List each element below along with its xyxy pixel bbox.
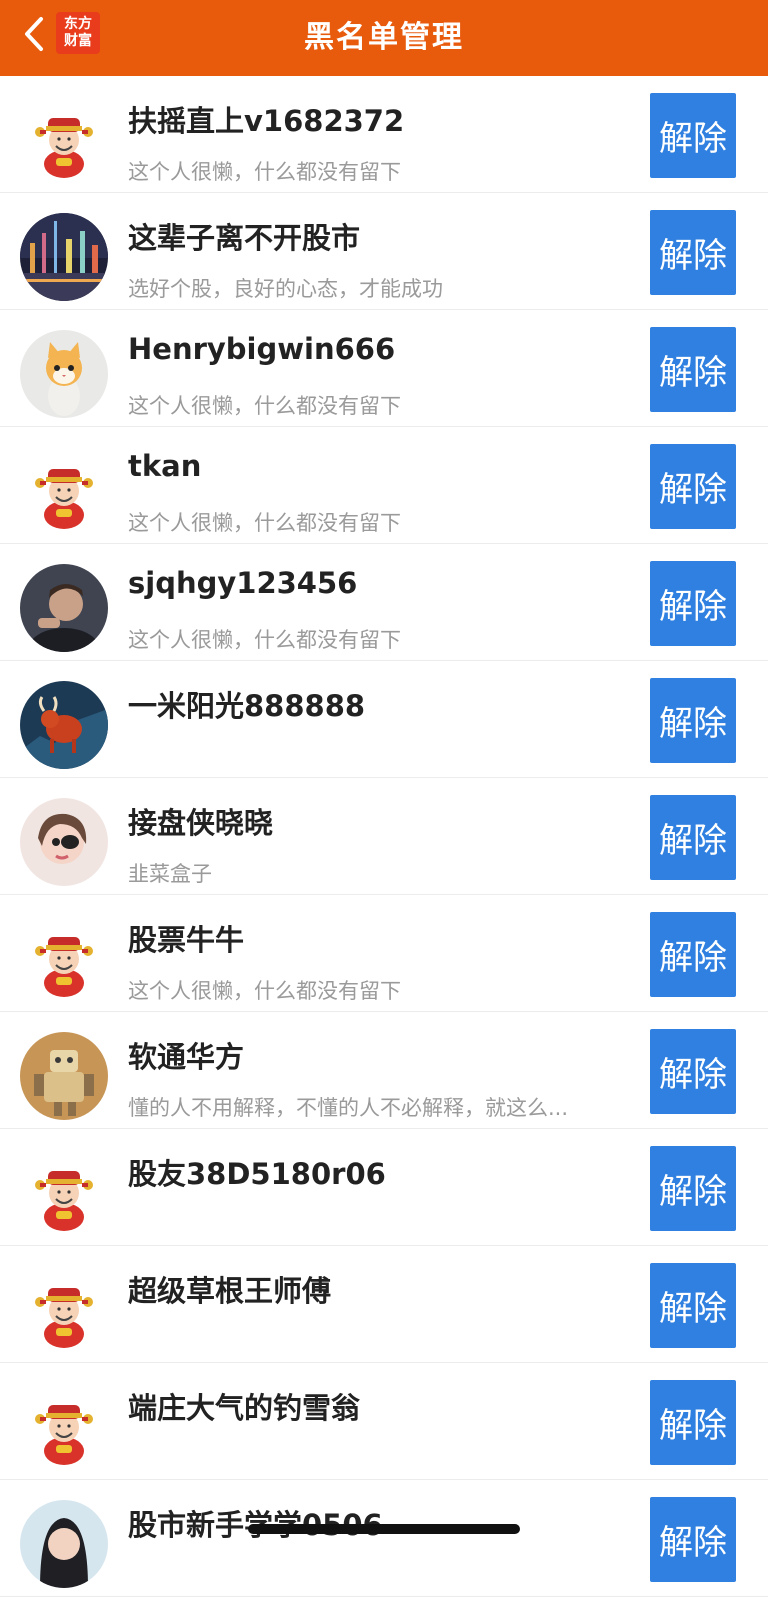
fortune-god-avatar[interactable] [20,1149,108,1237]
blacklist-list: 扶摇直上v1682372 这个人很懒，什么都没有留下 解除 这辈子离不开股市 选好个股，… [0,76,768,1597]
robot-toy-avatar[interactable] [20,1032,108,1120]
blacklist-row[interactable]: 接盘侠晓晓韭菜盒子 解除 [0,778,768,895]
unblock-button[interactable]: 解除 [650,93,736,178]
home-indicator[interactable] [248,1524,520,1534]
blacklist-row[interactable]: tkan 这个人很懒，什么都没有留下 解除 [0,427,768,544]
username[interactable]: 股市新手学学0506 [128,1502,383,1544]
unblock-button[interactable]: 解除 [650,1029,736,1114]
blacklist-row[interactable]: 股票牛牛这个人很懒，什么都没有留下 解除 [0,895,768,1012]
blacklist-row[interactable]: 股友38D5180r06 解除 [0,1129,768,1246]
blacklist-row[interactable]: 端庄大气的钓雪翁 解除 [0,1363,768,1480]
unblock-button[interactable]: 解除 [650,210,736,295]
username[interactable]: Henrybigwin666 [128,332,395,366]
username[interactable]: 接盘侠晓晓 [128,800,273,842]
blacklist-row[interactable]: 超级草根王师傅 解除 [0,1246,768,1363]
username[interactable]: 股票牛牛 [128,917,244,959]
unblock-button[interactable]: 解除 [650,795,736,880]
blacklist-row[interactable]: 扶摇直上v1682372 这个人很懒，什么都没有留下 解除 [0,76,768,193]
username[interactable]: sjqhgy123456 [128,566,357,600]
unblock-button[interactable]: 解除 [650,912,736,997]
fortune-god-avatar[interactable] [20,915,108,1003]
fortune-god-avatar[interactable] [20,96,108,184]
unblock-button[interactable]: 解除 [650,1497,736,1582]
bull-avatar[interactable] [20,681,108,769]
blacklist-row[interactable]: Henrybigwin666 这个人很懒，什么都没有留下 解除 [0,310,768,427]
username[interactable]: 超级草根王师傅 [128,1268,331,1310]
user-signature: 这个人很懒，什么都没有留下 [128,979,401,1003]
username[interactable]: 这辈子离不开股市 [128,215,360,257]
unblock-button[interactable]: 解除 [650,327,736,412]
unblock-button[interactable]: 解除 [650,678,736,763]
user-signature: 这个人很懒，什么都没有留下 [128,628,401,652]
unblock-button[interactable]: 解除 [650,1380,736,1465]
girl-avatar[interactable] [20,798,108,886]
username[interactable]: 一米阳光888888 [128,683,365,725]
blacklist-row[interactable]: 这辈子离不开股市选好个股，良好的心态，才能成功 解除 [0,193,768,310]
unblock-button[interactable]: 解除 [650,561,736,646]
username[interactable]: tkan [128,449,201,483]
page-title: 黑名单管理 [304,20,464,55]
unblock-button[interactable]: 解除 [650,444,736,529]
unblock-button[interactable]: 解除 [650,1263,736,1348]
user-signature: 懂的人不用解释，不懂的人不必解释，就这么... [128,1096,569,1120]
top-navigation-bar: 东方 财富 黑名单管理 [0,0,768,76]
fortune-god-avatar[interactable] [20,447,108,535]
user-signature: 这个人很懒，什么都没有留下 [128,394,401,418]
username[interactable]: 软通华方 [128,1034,244,1076]
woman-portrait-avatar[interactable] [20,1500,108,1588]
user-signature: 选好个股，良好的心态，才能成功 [128,277,443,301]
username[interactable]: 股友38D5180r06 [128,1151,386,1193]
cat-avatar[interactable] [20,330,108,418]
blacklist-row[interactable]: 软通华方懂的人不用解释，不懂的人不必解释，就这么... 解除 [0,1012,768,1129]
fortune-god-avatar[interactable] [20,1383,108,1471]
user-signature: 这个人很懒，什么都没有留下 [128,160,401,184]
blacklist-row[interactable]: 股市新手学学0506 解除 [0,1480,768,1597]
user-signature: 这个人很懒，什么都没有留下 [128,511,401,535]
unblock-button[interactable]: 解除 [650,1146,736,1231]
man-portrait-avatar[interactable] [20,564,108,652]
city-night-avatar[interactable] [20,213,108,301]
blacklist-row[interactable]: sjqhgy123456 这个人很懒，什么都没有留下 解除 [0,544,768,661]
fortune-god-avatar[interactable] [20,1266,108,1354]
blacklist-row[interactable]: 一米阳光888888 解除 [0,661,768,778]
user-signature: 韭菜盒子 [128,862,212,886]
username[interactable]: 端庄大气的钓雪翁 [128,1385,360,1427]
username[interactable]: 扶摇直上v1682372 [128,98,404,140]
